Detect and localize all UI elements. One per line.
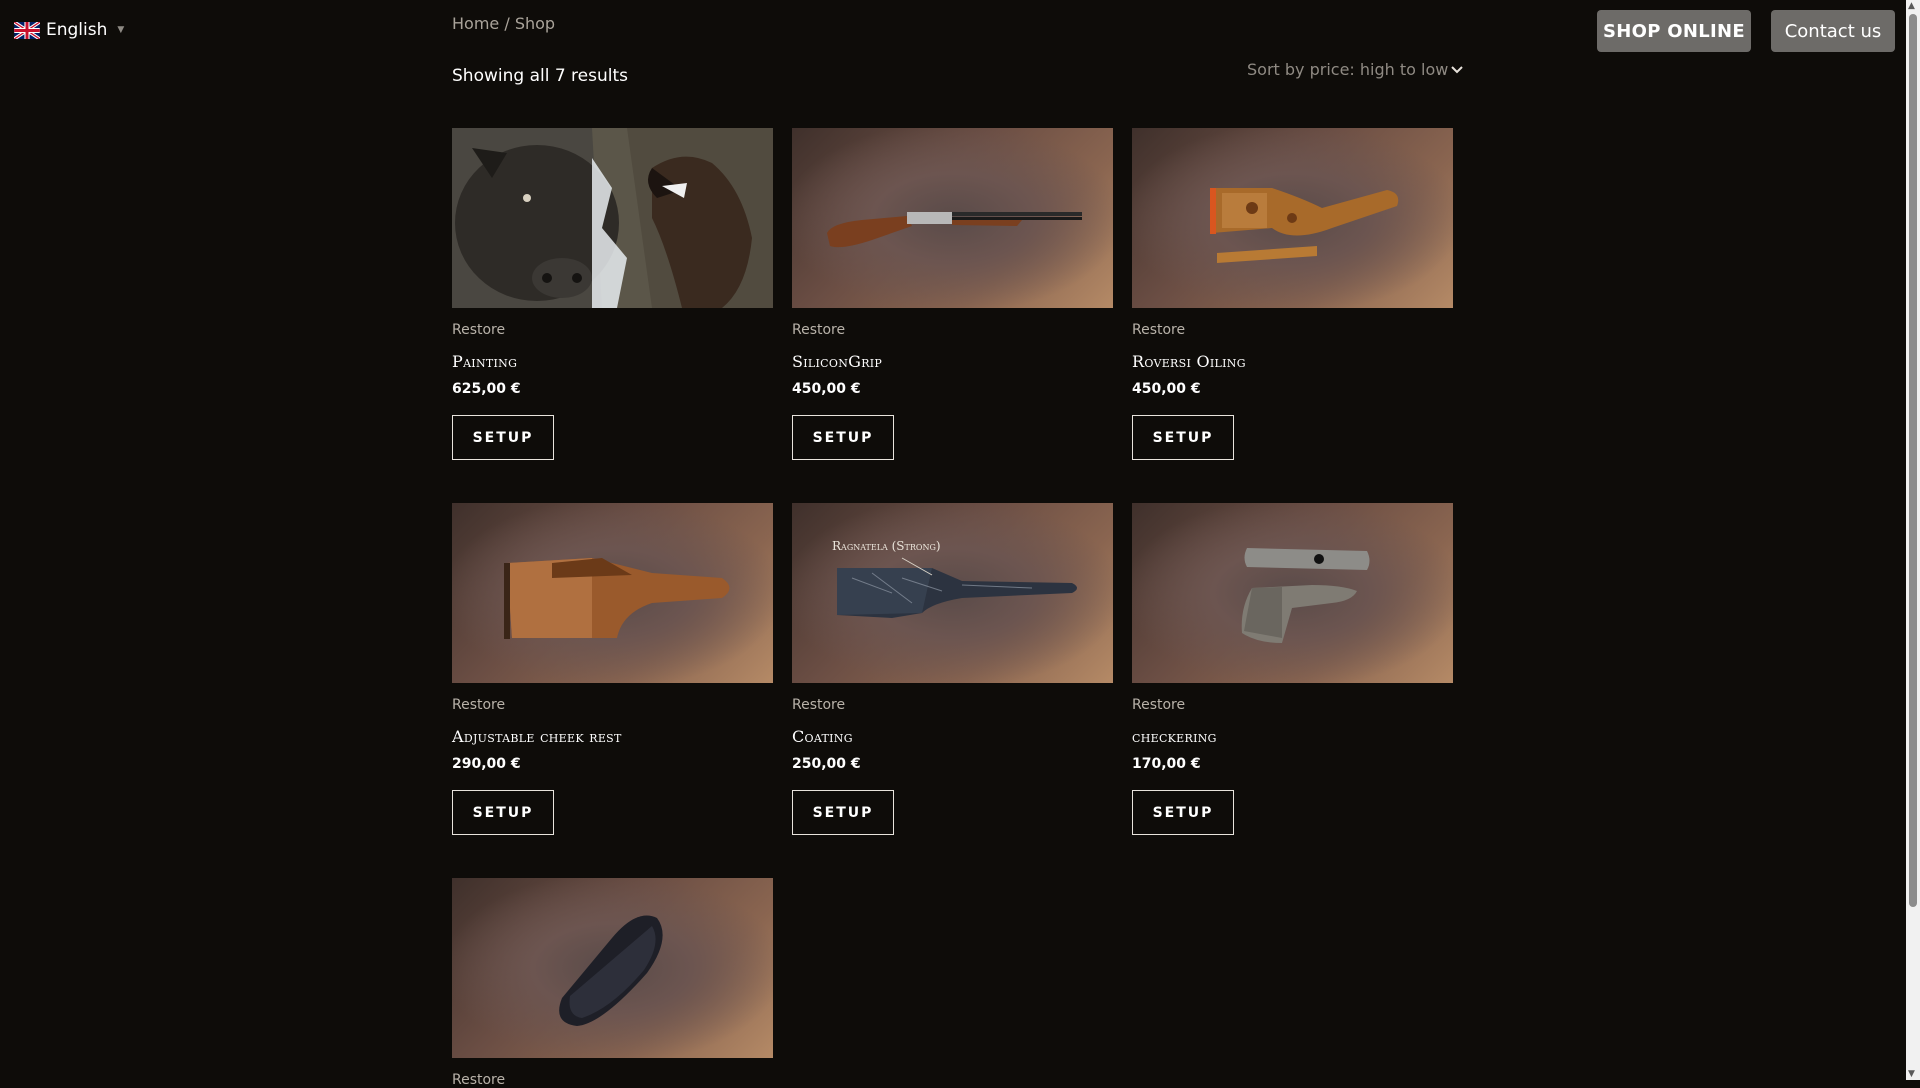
image-caption: Ragnatela (Strong) bbox=[832, 539, 941, 553]
product-image-painting[interactable] bbox=[452, 128, 773, 308]
scroll-down-icon[interactable]: ▼ bbox=[1908, 1069, 1915, 1079]
product-category: Restore bbox=[1132, 697, 1186, 713]
product-image-checkering[interactable] bbox=[1132, 503, 1453, 683]
scroll-up-icon[interactable]: ▲ bbox=[1908, 1, 1915, 11]
uk-flag-icon bbox=[14, 21, 40, 39]
product-card: Restore Roversi Oiling 450,00 € SETUP bbox=[1132, 128, 1453, 460]
product-title[interactable]: checkering bbox=[1132, 727, 1453, 746]
breadcrumb-separator: / bbox=[504, 14, 510, 33]
product-card: Restore SiliconGrip 450,00 € SETUP bbox=[792, 128, 1113, 460]
product-image-adjustable-cheek-rest[interactable] bbox=[452, 503, 773, 683]
sort-select[interactable]: Sort by price: high to low bbox=[1247, 60, 1464, 79]
product-price: 250,00 € bbox=[792, 756, 861, 772]
language-label: English bbox=[46, 20, 108, 40]
results-count: Showing all 7 results bbox=[452, 66, 629, 86]
setup-button[interactable]: SETUP bbox=[792, 790, 894, 835]
product-card: Restore Adjustable cheek rest 290,00 € S… bbox=[452, 503, 773, 835]
product-title[interactable]: Adjustable cheek rest bbox=[452, 727, 773, 746]
contact-us-button[interactable]: Contact us bbox=[1771, 10, 1895, 52]
sort-selected-label: Sort by price: high to low bbox=[1247, 60, 1449, 79]
product-category: Restore bbox=[792, 697, 846, 713]
chevron-down-icon bbox=[1451, 65, 1464, 73]
setup-button[interactable]: SETUP bbox=[452, 415, 554, 460]
product-image-coating[interactable]: Ragnatela (Strong) bbox=[792, 503, 1113, 683]
scrollbar[interactable]: ▲ ▼ bbox=[1906, 0, 1920, 1080]
breadcrumb-home[interactable]: Home bbox=[452, 14, 499, 33]
product-category: Restore bbox=[452, 322, 506, 338]
product-title[interactable]: Painting bbox=[452, 352, 773, 371]
language-selector[interactable]: English ▼ bbox=[14, 20, 124, 40]
setup-button[interactable]: SETUP bbox=[452, 790, 554, 835]
product-image-silicongrip[interactable] bbox=[792, 128, 1113, 308]
setup-button[interactable]: SETUP bbox=[1132, 415, 1234, 460]
product-title[interactable]: Roversi Oiling bbox=[1132, 352, 1453, 371]
product-image-roversi-oiling[interactable] bbox=[1132, 128, 1453, 308]
breadcrumb: Home / Shop bbox=[452, 14, 555, 33]
product-title[interactable]: SiliconGrip bbox=[792, 352, 1113, 371]
product-category: Restore bbox=[792, 322, 846, 338]
product-price: 290,00 € bbox=[452, 756, 521, 772]
scrollbar-thumb[interactable] bbox=[1909, 14, 1917, 907]
shop-online-button[interactable]: SHOP ONLINE bbox=[1597, 10, 1751, 52]
product-title[interactable]: Coating bbox=[792, 727, 1113, 746]
product-price: 170,00 € bbox=[1132, 756, 1201, 772]
product-card: Restore Painting 625,00 € SETUP bbox=[452, 128, 773, 460]
product-price: 450,00 € bbox=[792, 381, 861, 397]
breadcrumb-current: Shop bbox=[514, 14, 556, 33]
product-card: Restore bbox=[452, 878, 773, 1088]
product-image-recoil-pad[interactable] bbox=[452, 878, 773, 1058]
product-price: 450,00 € bbox=[1132, 381, 1201, 397]
product-category: Restore bbox=[452, 697, 506, 713]
product-card: Ragnatela (Strong) Restore Coating 250,0… bbox=[792, 503, 1113, 835]
caret-down-icon: ▼ bbox=[117, 25, 125, 35]
setup-button[interactable]: SETUP bbox=[792, 415, 894, 460]
product-price: 625,00 € bbox=[452, 381, 521, 397]
product-category: Restore bbox=[1132, 322, 1186, 338]
product-card: Restore checkering 170,00 € SETUP bbox=[1132, 503, 1453, 835]
setup-button[interactable]: SETUP bbox=[1132, 790, 1234, 835]
product-category: Restore bbox=[452, 1072, 506, 1088]
